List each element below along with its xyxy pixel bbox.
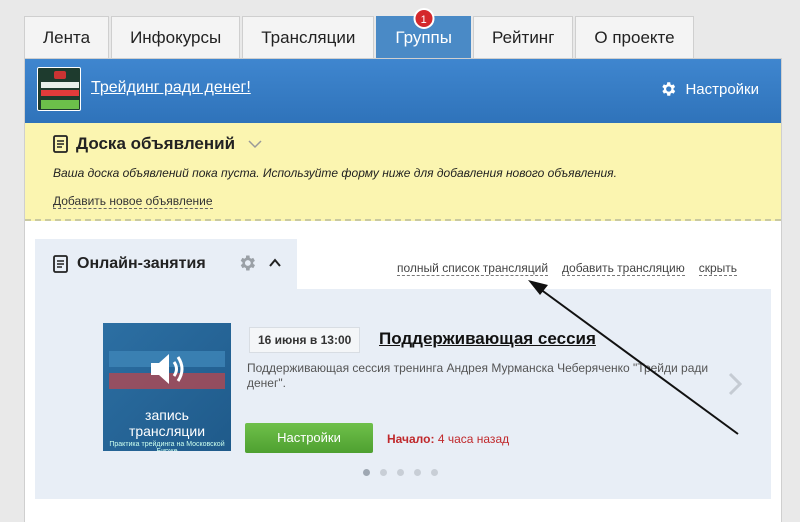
tab-label: Лента	[43, 28, 91, 47]
board-title[interactable]: Доска объявлений	[53, 134, 262, 154]
session-title-link[interactable]: Поддерживающая сессия	[379, 329, 596, 349]
session-start-status: Начало: 4 часа назад	[387, 432, 509, 446]
carousel-dot[interactable]	[363, 469, 370, 476]
notepad-icon	[53, 135, 68, 153]
tab-label: Инфокурсы	[130, 28, 222, 47]
group-logo[interactable]	[37, 67, 81, 111]
gear-icon[interactable]	[237, 253, 257, 273]
notepad-icon	[53, 255, 68, 273]
tab-feed[interactable]: Лента	[24, 16, 110, 58]
tab-rating[interactable]: Рейтинг	[472, 16, 574, 58]
board-empty-text: Ваша доска объявлений пока пуста. Исполь…	[53, 166, 617, 180]
group-settings-button[interactable]: Настройки	[659, 80, 759, 98]
thumb-caption: Практика трейдинга на Московской Бирже	[109, 441, 225, 451]
announcement-board: Доска объявлений Ваша доска объявлений п…	[25, 123, 781, 221]
group-panel: Трейдинг ради денег! Настройки Доска объ…	[24, 58, 782, 522]
tab-infocourses[interactable]: Инфокурсы	[111, 16, 241, 58]
group-title-link[interactable]: Трейдинг ради денег!	[91, 79, 251, 97]
online-lessons-links: полный список трансляций добавить трансл…	[397, 261, 737, 276]
carousel-dot[interactable]	[397, 469, 404, 476]
add-announcement-link[interactable]: Добавить новое объявление	[53, 194, 213, 209]
hide-link[interactable]: скрыть	[698, 261, 737, 276]
thumb-caption: трансляции	[128, 423, 206, 439]
session-date: 16 июня в 13:00	[249, 327, 361, 353]
tab-label: Группы	[395, 28, 452, 47]
speaker-icon	[151, 354, 184, 384]
tab-about[interactable]: О проекте	[575, 16, 694, 58]
chevron-right-icon[interactable]	[727, 371, 743, 397]
chevron-down-icon[interactable]	[248, 139, 262, 149]
tab-label: Рейтинг	[491, 28, 555, 47]
carousel-dot[interactable]	[431, 469, 438, 476]
thumb-caption: запись	[145, 407, 189, 423]
start-label: Начало:	[387, 432, 435, 446]
full-broadcast-list-link[interactable]: полный список трансляций	[397, 261, 549, 276]
tab-label: О проекте	[594, 28, 675, 47]
carousel-dot[interactable]	[380, 469, 387, 476]
carousel-dots	[363, 469, 438, 476]
tab-broadcasts[interactable]: Трансляции	[242, 16, 375, 58]
settings-label: Настройки	[685, 80, 759, 98]
session-thumbnail[interactable]: запись трансляции Практика трейдинга на …	[103, 323, 231, 451]
notification-badge: 1	[413, 8, 435, 29]
online-lessons-title-text: Онлайн-занятия	[77, 255, 206, 272]
session-settings-button[interactable]: Настройки	[245, 423, 373, 453]
tab-groups[interactable]: Группы 1	[376, 8, 471, 58]
online-lessons-tab: Онлайн-занятия	[35, 239, 297, 289]
online-lessons-title: Онлайн-занятия	[53, 255, 206, 273]
gear-icon	[662, 82, 676, 96]
online-lessons-body: запись трансляции Практика трейдинга на …	[35, 289, 771, 499]
board-title-text: Доска объявлений	[76, 134, 236, 153]
main-tabs: Лента Инфокурсы Трансляции Группы 1 Рейт…	[24, 8, 694, 58]
chevron-up-icon[interactable]	[269, 257, 281, 269]
group-header: Трейдинг ради денег! Настройки	[25, 59, 781, 123]
start-value: 4 часа назад	[437, 432, 510, 446]
tab-label: Трансляции	[261, 28, 356, 47]
session-description: Поддерживающая сессия тренинга Андрея Му…	[247, 361, 709, 390]
add-broadcast-link[interactable]: добавить трансляцию	[562, 261, 685, 276]
carousel-dot[interactable]	[414, 469, 421, 476]
